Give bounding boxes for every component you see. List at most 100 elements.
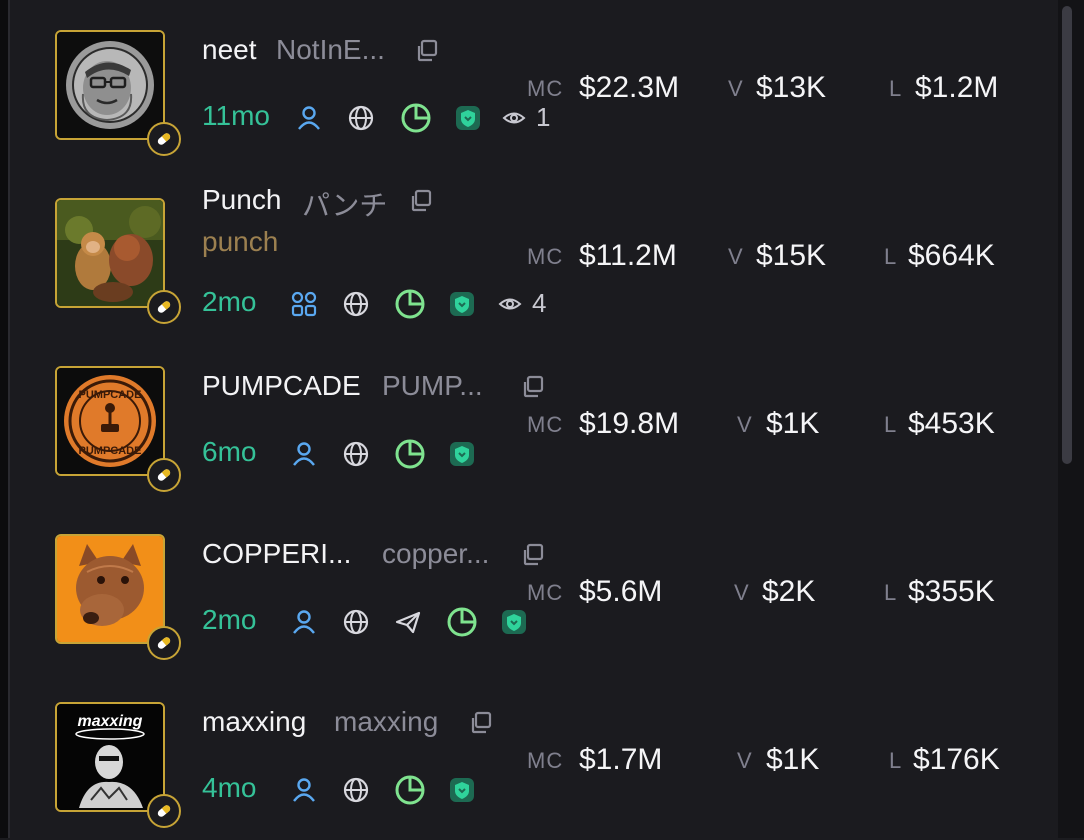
- copper-dog-avatar-image: [57, 536, 163, 642]
- scrollbar-thumb[interactable]: [1062, 6, 1072, 464]
- pie-chart-icon[interactable]: [394, 288, 426, 320]
- shield-icon[interactable]: [448, 290, 476, 318]
- viewer-count: 1: [536, 102, 551, 132]
- liquidity-value: $453K: [908, 407, 995, 440]
- globe-icon[interactable]: [342, 290, 370, 318]
- token-row[interactable]: neet NotInE... 11mo 1 MC $22.3M V $13K L…: [12, 0, 1058, 168]
- token-subname: punch: [202, 226, 279, 257]
- liquidity-value: $1.2M: [915, 71, 999, 104]
- neet-avatar-image: [57, 32, 163, 138]
- volume-value: $2K: [762, 575, 816, 608]
- user-icon[interactable]: [290, 608, 318, 636]
- token-row[interactable]: PUMPCADE PUMPCADE PUMPCADE PUMP... 6mo M…: [12, 336, 1058, 504]
- shield-icon[interactable]: [454, 104, 482, 132]
- token-age: 2mo: [202, 286, 257, 317]
- token-name: neet: [202, 34, 257, 65]
- shield-icon[interactable]: [500, 608, 528, 636]
- market-cap-label: MC: [527, 244, 564, 269]
- token-avatar[interactable]: [55, 198, 181, 324]
- pill-icon: [147, 122, 181, 156]
- token-row[interactable]: COPPERI... copper... 2mo MC $5.6M V $2K …: [12, 504, 1058, 672]
- token-row[interactable]: Punch パンチ punch 2mo 4 MC $11.2M V $15K L…: [12, 168, 1058, 336]
- market-cap-value: $5.6M: [579, 575, 663, 608]
- maxxing-avatar-image: maxxing: [57, 704, 163, 810]
- viewers-count: 4: [498, 288, 558, 318]
- liquidity-label: L: [884, 412, 898, 437]
- copy-icon[interactable]: [520, 542, 546, 568]
- eye-icon: [498, 298, 522, 310]
- maxxing-logo-text: maxxing: [78, 713, 143, 730]
- token-age: 4mo: [202, 772, 257, 803]
- market-cap-value: $11.2M: [579, 239, 677, 272]
- copy-icon[interactable]: [520, 374, 546, 400]
- viewer-count: 4: [532, 288, 547, 318]
- pumpcade-logo-text: PUMPCADE: [79, 389, 142, 401]
- pill-icon: [147, 626, 181, 660]
- token-ticker: PUMP...: [382, 370, 483, 401]
- market-cap-label: MC: [527, 748, 564, 773]
- globe-icon[interactable]: [342, 440, 370, 468]
- liquidity-value: $664K: [908, 239, 995, 272]
- token-name: PUMPCADE: [202, 370, 361, 401]
- user-icon[interactable]: [295, 104, 323, 132]
- token-avatar[interactable]: [55, 534, 181, 660]
- punch-avatar-image: [57, 200, 163, 306]
- volume-label: V: [737, 748, 753, 773]
- token-age: 6mo: [202, 436, 257, 467]
- user-icon[interactable]: [290, 440, 318, 468]
- liquidity-label: L: [889, 76, 903, 101]
- liquidity-label: L: [884, 580, 898, 605]
- token-avatar[interactable]: [55, 30, 181, 156]
- liquidity-value: $355K: [908, 575, 995, 608]
- liquidity-value: $176K: [913, 743, 1000, 776]
- market-cap-value: $19.8M: [579, 407, 680, 440]
- token-ticker: パンチ: [302, 190, 388, 221]
- liquidity-label: L: [884, 244, 898, 269]
- pie-chart-icon[interactable]: [400, 102, 432, 134]
- token-name: COPPERI...: [202, 538, 352, 569]
- globe-icon[interactable]: [347, 104, 375, 132]
- globe-icon[interactable]: [342, 776, 370, 804]
- volume-label: V: [728, 244, 744, 269]
- token-avatar[interactable]: PUMPCADE PUMPCADE: [55, 366, 181, 492]
- pill-icon: [147, 290, 181, 324]
- market-cap-value: $1.7M: [579, 743, 663, 776]
- token-row[interactable]: maxxing maxxing maxxing 4mo MC $1.7M V $…: [12, 672, 1058, 840]
- pie-chart-icon[interactable]: [394, 438, 426, 470]
- pumpcade-avatar-image: PUMPCADE PUMPCADE: [57, 368, 163, 474]
- volume-value: $1K: [766, 407, 820, 440]
- token-age: 11mo: [202, 100, 270, 131]
- left-panel-border: [0, 0, 10, 838]
- volume-label: V: [734, 580, 750, 605]
- market-cap-label: MC: [527, 412, 564, 437]
- volume-label: V: [728, 76, 744, 101]
- token-name: maxxing: [202, 706, 307, 737]
- pie-chart-icon[interactable]: [394, 774, 426, 806]
- shield-icon[interactable]: [448, 440, 476, 468]
- shield-icon[interactable]: [448, 776, 476, 804]
- token-ticker: NotInE...: [276, 34, 385, 65]
- token-ticker: copper...: [382, 538, 490, 569]
- copy-icon[interactable]: [468, 710, 494, 736]
- token-age: 2mo: [202, 604, 257, 635]
- token-name: Punch: [202, 184, 282, 215]
- users-icon[interactable]: [290, 290, 318, 318]
- globe-icon[interactable]: [342, 608, 370, 636]
- volume-value: $1K: [766, 743, 820, 776]
- copy-icon[interactable]: [414, 38, 440, 64]
- pill-icon: [147, 458, 181, 492]
- volume-value: $13K: [756, 71, 827, 104]
- volume-value: $15K: [756, 239, 827, 272]
- pumpcade-logo-text-bottom: PUMPCADE: [79, 445, 142, 457]
- token-list: neet NotInE... 11mo 1 MC $22.3M V $13K L…: [12, 0, 1058, 838]
- volume-label: V: [737, 412, 753, 437]
- pie-chart-icon[interactable]: [446, 606, 478, 638]
- viewers-count: 1: [502, 102, 562, 132]
- copy-icon[interactable]: [408, 188, 434, 214]
- market-cap-label: MC: [527, 580, 564, 605]
- token-avatar[interactable]: maxxing: [55, 702, 181, 828]
- telegram-icon[interactable]: [394, 608, 422, 636]
- user-icon[interactable]: [290, 776, 318, 804]
- market-cap-label: MC: [527, 76, 564, 101]
- market-cap-value: $22.3M: [579, 71, 680, 104]
